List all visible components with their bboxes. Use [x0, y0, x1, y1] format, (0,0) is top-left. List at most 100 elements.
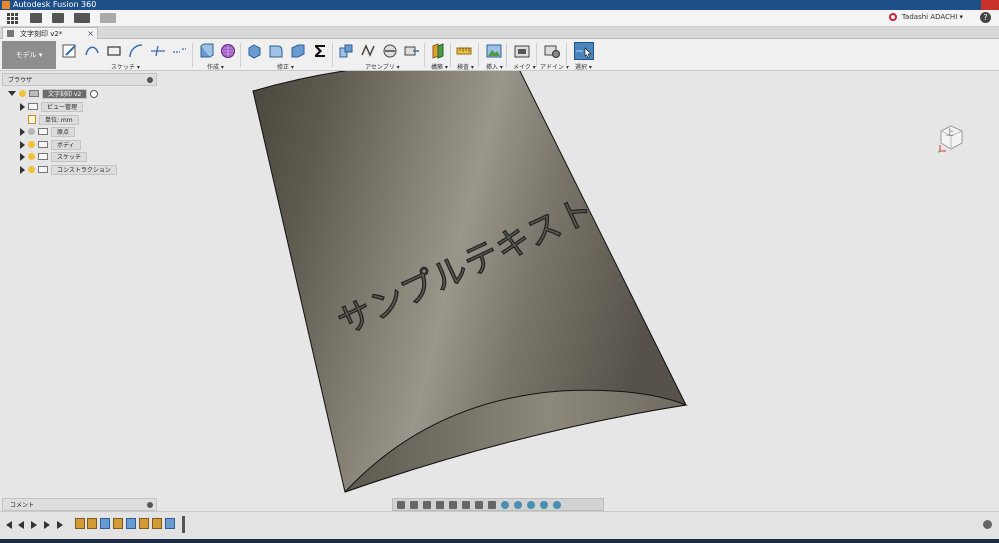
model-canvas[interactable]: サンプルテキスト	[0, 62, 999, 511]
select-group-label[interactable]: 選択 ▾	[575, 62, 592, 71]
file-menu-icon[interactable]	[30, 13, 42, 23]
sketch-offset-icon[interactable]	[172, 43, 188, 59]
timeline-previous-icon[interactable]	[18, 521, 24, 529]
visual-style-edges-icon[interactable]	[514, 500, 522, 509]
tree-item-label[interactable]: コンストラクション	[51, 164, 117, 175]
visibility-bulb-icon[interactable]	[28, 166, 35, 173]
zoom-icon[interactable]	[436, 500, 444, 509]
maximize-button[interactable]	[967, 0, 981, 10]
tree-item-construction[interactable]: コンストラクション	[20, 164, 117, 175]
measure-icon[interactable]	[456, 43, 472, 59]
make-group-label[interactable]: メイク ▾	[513, 62, 536, 71]
expand-icon[interactable]	[20, 152, 25, 161]
timeline-feature-extrude[interactable]	[126, 518, 136, 529]
help-icon[interactable]: ?	[980, 12, 991, 23]
timeline-last-icon[interactable]	[57, 521, 63, 529]
sphere-mesh-icon[interactable]	[220, 43, 236, 59]
tree-item-origin[interactable]: 原点	[20, 126, 76, 137]
motion-link-icon[interactable]	[404, 43, 420, 59]
create-sketch-icon[interactable]	[62, 43, 78, 59]
display-settings-icon[interactable]	[462, 500, 470, 509]
timeline-play-icon[interactable]	[31, 521, 37, 529]
select-icon[interactable]	[574, 42, 594, 60]
tree-item-label[interactable]: ビュー管理	[41, 101, 84, 112]
data-panel-grid-icon[interactable]	[4, 10, 20, 26]
pin-icon[interactable]	[147, 77, 153, 83]
as-built-joint-icon[interactable]	[382, 43, 398, 59]
tree-item-label[interactable]: ボディ	[51, 139, 81, 150]
browser-panel-header[interactable]: ブラウザ	[2, 73, 157, 86]
expand-icon[interactable]	[20, 140, 25, 149]
timeline-first-icon[interactable]	[6, 521, 12, 529]
visual-style-visible-icon[interactable]	[553, 500, 561, 509]
new-component-icon[interactable]	[338, 43, 354, 59]
viewcube[interactable]: 上	[936, 123, 964, 154]
sketch-line-icon[interactable]	[84, 43, 100, 59]
viewports-icon[interactable]	[488, 500, 496, 509]
minimize-button[interactable]	[953, 0, 967, 10]
timeline-feature-extrude[interactable]	[100, 518, 110, 529]
activate-radio[interactable]	[90, 89, 99, 98]
expand-icon[interactable]	[8, 91, 16, 96]
expand-icon[interactable]	[20, 165, 25, 174]
user-account-menu[interactable]: Tadashi ADACHI ▾	[902, 13, 963, 21]
visual-style-wireframe-icon[interactable]	[540, 500, 548, 509]
insert-image-icon[interactable]	[486, 43, 502, 59]
comments-panel-header[interactable]: コメント	[2, 498, 157, 511]
3d-print-icon[interactable]	[514, 43, 530, 59]
fillet-icon[interactable]	[268, 43, 284, 59]
grid-settings-icon[interactable]	[475, 500, 483, 509]
redo-icon[interactable]	[100, 13, 116, 23]
sketch-rectangle-icon[interactable]	[106, 43, 122, 59]
timeline-feature-sketch[interactable]	[139, 518, 149, 529]
extrude-icon[interactable]	[198, 43, 214, 59]
visibility-bulb-icon[interactable]	[19, 90, 26, 97]
assemble-group-label[interactable]: アセンブリ ▾	[365, 62, 400, 71]
press-pull-icon[interactable]	[246, 43, 262, 59]
expand-icon[interactable]	[20, 127, 25, 136]
tree-item-view-manager[interactable]: ビュー管理	[20, 101, 84, 112]
visual-style-shaded-icon[interactable]	[501, 500, 509, 509]
construct-group-label[interactable]: 構築 ▾	[431, 62, 448, 71]
sketch-group-label[interactable]: スケッチ ▾	[111, 62, 140, 71]
timeline-marker[interactable]	[182, 516, 185, 533]
offset-plane-icon[interactable]	[430, 43, 446, 59]
insert-group-label[interactable]: 挿入 ▾	[486, 62, 503, 71]
timeline-feature-sketch[interactable]	[75, 518, 85, 529]
visibility-bulb-icon[interactable]	[28, 153, 35, 160]
tree-root-label[interactable]: 文字刻印 v2	[42, 88, 88, 99]
create-group-label[interactable]: 作成 ▾	[207, 62, 224, 71]
timeline-settings-gear-icon[interactable]	[983, 520, 992, 529]
scripts-addins-icon[interactable]	[544, 43, 560, 59]
tree-root[interactable]: 文字刻印 v2	[8, 88, 99, 99]
expand-icon[interactable]	[20, 102, 25, 111]
close-window-button[interactable]	[981, 0, 999, 10]
timeline-next-icon[interactable]	[44, 521, 50, 529]
sketch-arc-icon[interactable]	[128, 43, 144, 59]
tree-item-units[interactable]: 単位: mm	[28, 114, 79, 125]
look-at-icon[interactable]	[410, 500, 418, 509]
undo-icon[interactable]	[74, 13, 90, 23]
visual-style-hidden-icon[interactable]	[527, 500, 535, 509]
timeline-feature-sketch[interactable]	[113, 518, 123, 529]
3d-viewport[interactable]: サンプルテキスト 上	[0, 62, 999, 511]
close-tab-icon[interactable]: ×	[87, 29, 94, 38]
record-icon[interactable]	[889, 13, 897, 21]
inspect-group-label[interactable]: 検査 ▾	[457, 62, 474, 71]
pan-hand-icon[interactable]	[423, 500, 431, 509]
tree-item-label[interactable]: スケッチ	[51, 151, 88, 162]
joint-icon[interactable]	[360, 43, 376, 59]
chamfer-icon[interactable]	[290, 43, 306, 59]
parameters-sigma-icon[interactable]	[312, 43, 328, 59]
zoom-window-icon[interactable]	[449, 500, 457, 509]
tree-item-label[interactable]: 原点	[51, 126, 76, 137]
timeline-feature-sketch[interactable]	[87, 518, 97, 529]
workspace-switcher[interactable]: モデル ▾	[2, 41, 56, 69]
addins-group-label[interactable]: アドイン ▾	[540, 62, 569, 71]
orbit-icon[interactable]	[397, 500, 405, 509]
tree-item-label[interactable]: 単位: mm	[39, 114, 79, 125]
timeline-feature-sketch[interactable]	[152, 518, 162, 529]
timeline-feature-emboss[interactable]	[165, 518, 175, 529]
visibility-bulb-icon[interactable]	[28, 128, 35, 135]
modify-group-label[interactable]: 修正 ▾	[277, 62, 294, 71]
